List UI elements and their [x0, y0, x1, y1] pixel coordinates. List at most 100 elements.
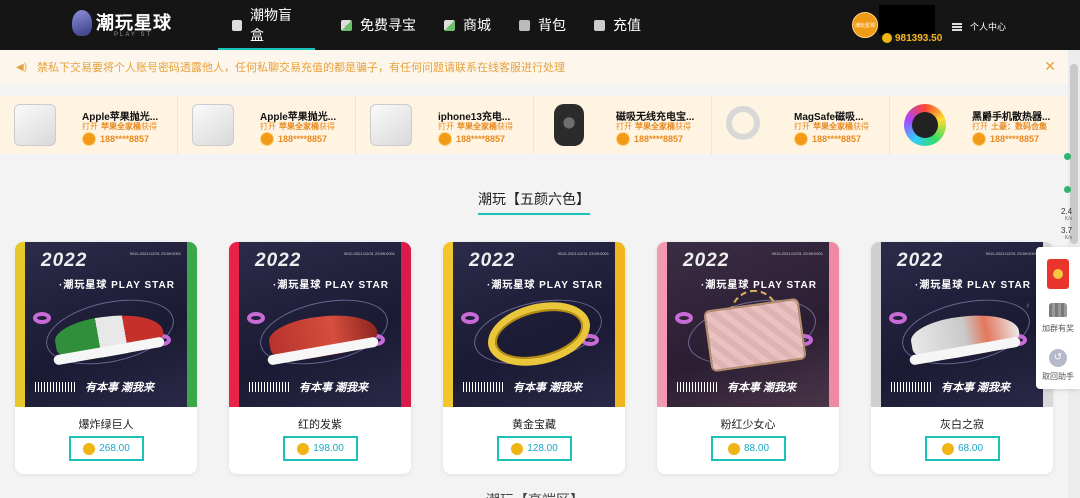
poster-slogan: 有本事 潮我来 [85, 382, 155, 394]
ticker-item[interactable]: iphone13充电... 打开 苹果全家桶获得 188****8857 [356, 96, 534, 154]
blind-box-card[interactable]: 2022 9010-2021/12/31 23:59:0001 ·潮玩星球 PL… [871, 242, 1053, 474]
site-logo[interactable]: 潮玩星球 PLAY ST [72, 10, 172, 38]
ticker-pool: 苹果全家桶 [635, 122, 675, 131]
nav-label: 充值 [613, 17, 641, 33]
price-button[interactable]: 88.00 [711, 436, 786, 461]
poster-edge [229, 242, 239, 407]
ticker-pool: 苹果全家桶 [279, 122, 319, 131]
ticker-item[interactable]: 磁吸无线充电宝... 打开 苹果全家桶获得 188****8857 [534, 96, 712, 154]
price-value: 128.00 [527, 443, 558, 454]
speed-unit: K/s [1064, 216, 1073, 222]
user-area: 潮玩星球 981393.50 个人中心 [852, 5, 1080, 46]
price-button[interactable]: 68.00 [925, 436, 1000, 461]
blind-box-card[interactable]: 2022 9010-2021/12/31 23:59:0001 ·潮玩星球 PL… [443, 242, 625, 474]
torus-decoration [247, 312, 265, 324]
poster-edge [401, 242, 411, 407]
blind-box-card[interactable]: 2022 9010-2021/12/31 23:59:0001 ·潮玩星球 PL… [657, 242, 839, 474]
ticker-user: 188****8857 [972, 132, 1039, 146]
status-dot [1064, 186, 1071, 193]
ticker-open-line: 打开 土豪：数码合集 [972, 121, 1068, 132]
poster-brand: ·潮玩星球 PLAY STAR [273, 280, 389, 291]
card-name: 粉红少女心 [720, 419, 776, 431]
poster-code: 9010-2021/12/31 23:59:0001 [771, 251, 823, 256]
price-button[interactable]: 268.00 [69, 436, 144, 461]
user-avatar-icon [82, 132, 96, 146]
ticker-user: 188****8857 [794, 132, 861, 146]
barcode [35, 382, 75, 392]
avatar[interactable]: 潮玩星球 [852, 12, 878, 38]
ticker-item[interactable]: 黑爵手机散热器... 打开 土豪：数码合集 188****8857 [890, 96, 1068, 154]
usb-charger-image [370, 104, 412, 146]
poster-edge [187, 242, 197, 407]
blind-box-card[interactable]: 2022 9010-2021/12/31 23:59:0001 ·潮玩星球 PL… [15, 242, 197, 474]
speed-unit: K/s [1064, 235, 1073, 241]
power-bank-image [554, 104, 584, 146]
ticker-user-id: 188****8857 [634, 134, 684, 144]
retrieve-icon[interactable]: ↺ [1049, 349, 1067, 367]
price-button[interactable]: 128.00 [497, 436, 572, 461]
poster-code: 9010-2021/12/31 23:59:0001 [557, 251, 609, 256]
ticker-open: 打开 [616, 122, 632, 131]
red-packet-icon[interactable] [1047, 259, 1069, 289]
nav-backpack[interactable]: 背包 [505, 0, 580, 50]
menu-icon [952, 22, 962, 31]
ticker-tail: 获得 [853, 122, 869, 131]
poster-background: 2022 9010-2021/12/31 23:59:0001 ·潮玩星球 PL… [881, 242, 1043, 407]
poster-edge [443, 242, 453, 407]
box-icon [232, 19, 243, 31]
nav-recharge[interactable]: 充值 [580, 0, 655, 50]
user-center-link[interactable]: 个人中心 [952, 20, 1006, 33]
ticker-user-id: 188****8857 [278, 134, 328, 144]
poster-edge [657, 242, 667, 407]
ticker-user-id: 188****8857 [812, 134, 862, 144]
store-icon[interactable] [1049, 303, 1067, 317]
ticker-item[interactable]: Apple苹果抛光... 打开 苹果全家桶获得 188****8857 [0, 96, 178, 154]
ticker-item[interactable]: Apple苹果抛光... 打开 苹果全家桶获得 188****8857 [178, 96, 356, 154]
section-title: 潮玩【五颜六色】 [0, 189, 1068, 215]
avatar-text: 潮玩星球 [854, 22, 875, 29]
torus-decoration [33, 312, 51, 324]
coin-icon [727, 442, 740, 455]
main-nav: 潮物盲盒 免费寻宝 商城 背包 充值 [218, 0, 655, 50]
ticker-open: 打开 [260, 122, 276, 131]
chevron-right-icon[interactable]: › [1026, 300, 1029, 311]
nav-free-treasure[interactable]: 免费寻宝 [327, 0, 430, 50]
ticker-user: 188****8857 [616, 132, 683, 146]
card-name: 爆炸绿巨人 [78, 419, 134, 431]
nav-label: 背包 [538, 17, 566, 33]
nav-mall[interactable]: 商城 [430, 0, 505, 50]
retrieve-helper-label[interactable]: 取回助手 [1036, 371, 1080, 382]
notice-text: 禁私下交易要将个人账号密码透露他人，任何私聊交易充值的都是骗子，有任何问题请联系… [37, 62, 566, 74]
section-title-text: 潮玩【五颜六色】 [478, 189, 590, 215]
card-name: 黄金宝藏 [512, 419, 556, 431]
charger-image [14, 104, 56, 146]
card-poster: 2022 9010-2021/12/31 23:59:0001 ·潮玩星球 PL… [15, 242, 197, 407]
card-name: 红的发紫 [298, 419, 342, 431]
speaker-icon: ◀) [16, 61, 28, 73]
ticker-user-id: 188****8857 [100, 134, 150, 144]
poster-edge [15, 242, 25, 407]
user-center-label: 个人中心 [970, 22, 1007, 32]
close-icon[interactable]: ✕ [1044, 58, 1056, 75]
user-avatar-icon [260, 132, 274, 146]
wallet-icon [594, 19, 605, 31]
image-icon [444, 19, 455, 31]
blind-box-card[interactable]: 2022 9010-2021/12/31 23:59:0001 ·潮玩星球 PL… [229, 242, 411, 474]
top-nav-bar: 潮玩星球 PLAY ST 潮物盲盒 免费寻宝 商城 背包 充值 潮玩星球 981… [0, 0, 1080, 50]
barcode [249, 382, 289, 392]
nav-blind-box[interactable]: 潮物盲盒 [218, 0, 315, 50]
magsafe-image [726, 106, 760, 140]
torus-decoration [461, 312, 479, 324]
poster-brand: ·潮玩星球 PLAY STAR [487, 280, 603, 291]
price-value: 198.00 [313, 443, 344, 454]
poster-year: 2022 [897, 250, 944, 271]
poster-year: 2022 [41, 250, 88, 271]
ticker-pool: 苹果全家桶 [457, 122, 497, 131]
ticker-item[interactable]: MagSafe磁吸... 打开 苹果全家桶获得 188****8857 [712, 96, 890, 154]
coin-balance: 981393.50 [882, 33, 942, 44]
ticker-pool: 苹果全家桶 [101, 122, 141, 131]
poster-brand: ·潮玩星球 PLAY STAR [915, 280, 1031, 291]
join-group-label[interactable]: 加群有奖 [1036, 323, 1080, 334]
price-button[interactable]: 198.00 [283, 436, 358, 461]
coin-icon [297, 442, 310, 455]
